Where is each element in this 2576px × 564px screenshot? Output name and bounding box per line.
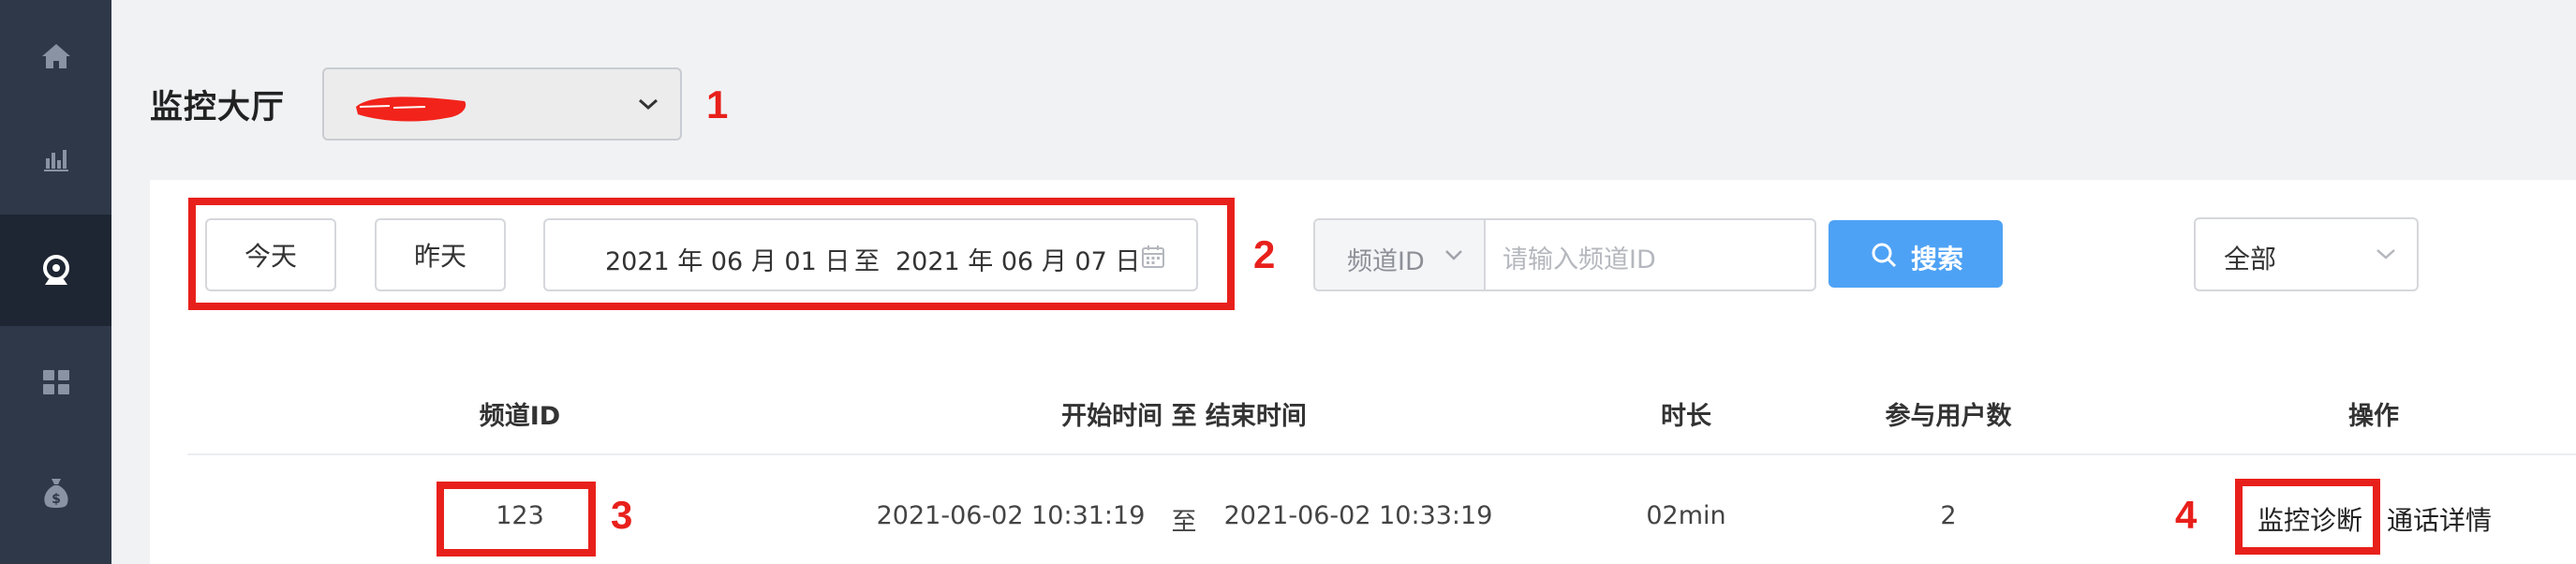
- annotation-box-3: [437, 482, 596, 557]
- sidebar-item-home[interactable]: [0, 0, 111, 111]
- sidebar-item-monitor[interactable]: [0, 215, 111, 326]
- column-header-channel-id: 频道ID: [479, 402, 561, 431]
- cell-duration: 02min: [1646, 501, 1726, 530]
- org-select[interactable]: [322, 67, 682, 141]
- svg-text:$: $: [52, 492, 61, 507]
- home-icon: [41, 43, 70, 68]
- sidebar-item-stats[interactable]: [0, 103, 111, 215]
- search-icon: [1872, 243, 1897, 268]
- call-details-link[interactable]: 通话详情: [2387, 500, 2492, 538]
- sidebar-item-modules[interactable]: [0, 326, 111, 438]
- channel-id-input[interactable]: 请输入频道ID: [1503, 239, 1656, 275]
- annotation-4: 4: [2175, 493, 2198, 537]
- chevron-down-icon: [639, 98, 658, 111]
- annotation-box-2: [188, 198, 1235, 310]
- chevron-down-icon: [1445, 250, 1462, 260]
- annotation-1: 1: [706, 82, 729, 126]
- webcam-icon: [42, 254, 69, 285]
- column-header-time-range: 开始时间 至 结束时间: [1061, 402, 1307, 431]
- cell-time-separator: 至: [1171, 508, 1197, 537]
- column-header-participants: 参与用户数: [1885, 402, 2012, 431]
- search-type-label: 频道ID: [1347, 247, 1425, 276]
- status-select[interactable]: 全部: [2194, 217, 2419, 291]
- chevron-down-icon: [2376, 249, 2395, 260]
- search-type-select[interactable]: 频道ID: [1315, 220, 1486, 289]
- sidebar: $: [0, 0, 111, 564]
- channel-search-group: 频道ID 请输入频道ID: [1313, 218, 1816, 291]
- redaction-mark: [356, 96, 466, 122]
- bar-chart-icon: [43, 149, 68, 171]
- column-header-duration: 时长: [1661, 402, 1711, 431]
- cell-participants: 2: [1940, 501, 1957, 530]
- grid-icon: [42, 369, 69, 394]
- column-header-actions: 操作: [2348, 402, 2399, 431]
- table-header-divider: [187, 453, 2576, 455]
- page-title: 监控大厅: [150, 89, 286, 126]
- annotation-3: 3: [611, 493, 633, 537]
- cell-start-time: 2021-06-02 10:31:19: [876, 501, 1146, 530]
- annotation-2: 2: [1253, 232, 1276, 276]
- status-select-value: 全部: [2224, 244, 2277, 275]
- search-button[interactable]: 搜索: [1828, 220, 2003, 288]
- monitor-diagnose-link[interactable]: 监控诊断: [2258, 500, 2362, 538]
- money-bag-icon: $: [43, 478, 68, 508]
- search-button-label: 搜索: [1911, 244, 1964, 275]
- cell-end-time: 2021-06-02 10:33:19: [1223, 501, 1493, 530]
- sidebar-item-billing[interactable]: $: [0, 437, 111, 548]
